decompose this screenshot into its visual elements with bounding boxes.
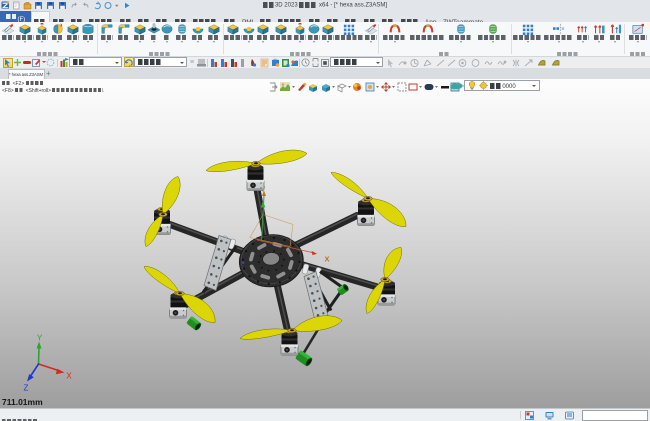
svg-text:Y: Y bbox=[37, 333, 43, 342]
svg-text:X: X bbox=[66, 371, 72, 380]
svg-text:X: X bbox=[324, 254, 329, 263]
svg-text:Z: Z bbox=[24, 383, 29, 392]
